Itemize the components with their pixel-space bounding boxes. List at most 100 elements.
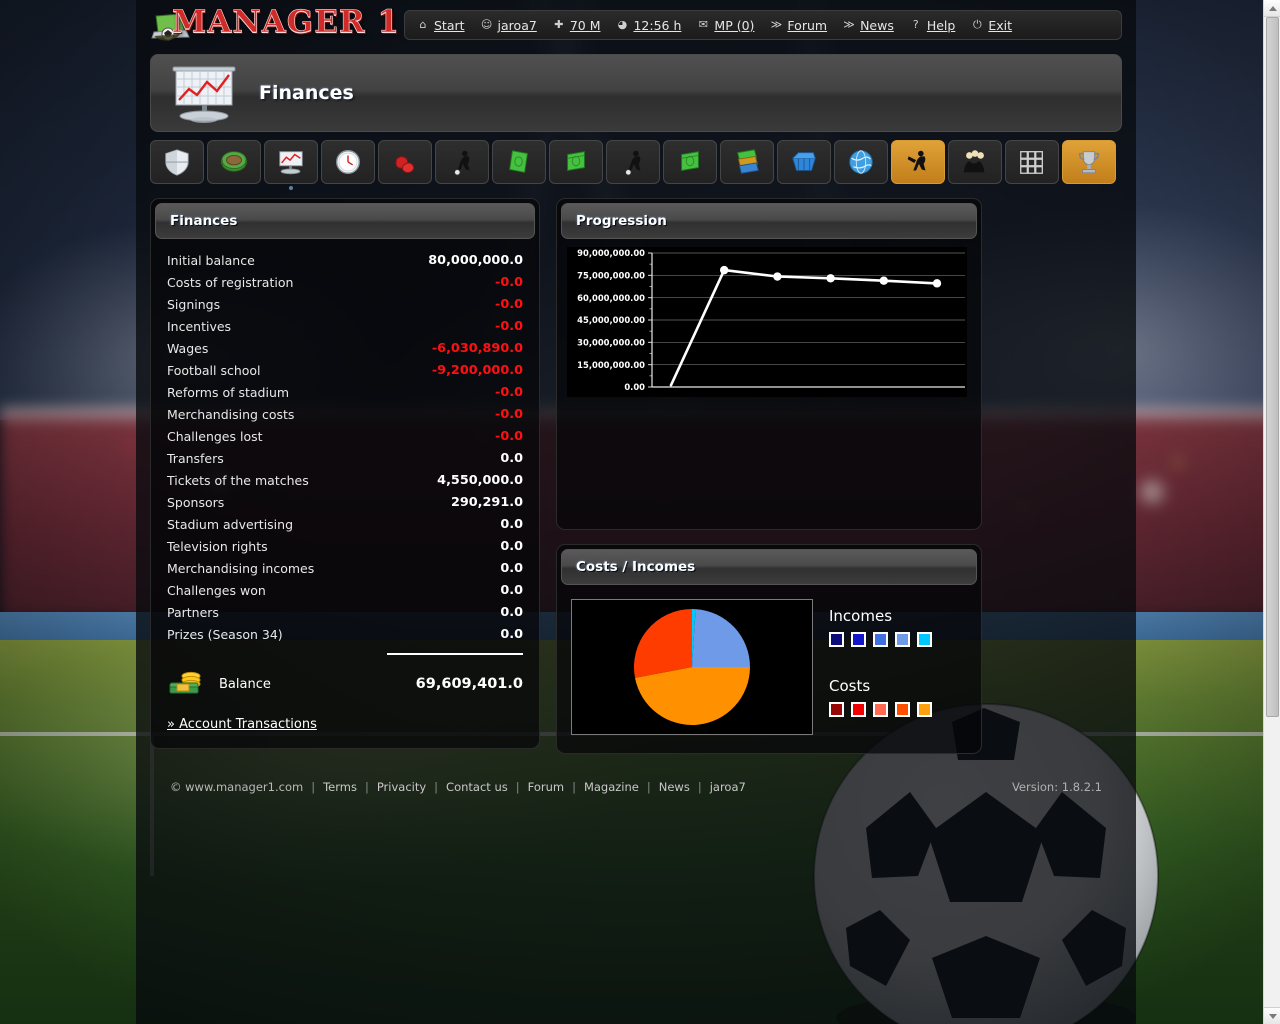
finance-row-value: -9,200,000.0 — [431, 362, 523, 378]
trophy-icon — [1078, 151, 1100, 174]
finance-row-value: 0.0 — [500, 450, 523, 466]
grid-icon — [1020, 151, 1043, 174]
svg-text:60,000,000.00: 60,000,000.00 — [577, 293, 645, 303]
account-transactions-link[interactable]: » Account Transactions — [167, 717, 317, 732]
toolbar-item-player-silhouette[interactable] — [606, 140, 660, 184]
legend-swatch — [895, 702, 910, 717]
finance-row: Challenges won 0.0 — [167, 579, 523, 601]
player-orange-icon — [907, 150, 926, 171]
nav-item-label: Exit — [988, 17, 1013, 33]
legend-swatch — [873, 632, 888, 647]
legend-swatch — [829, 702, 844, 717]
footer-link-magazine[interactable]: Magazine — [584, 780, 639, 794]
progression-panel: Progression 0.00 15,000,000.00 30,000,000.… — [556, 198, 982, 530]
shield-icon — [165, 149, 189, 176]
progression-line-chart: 0.00 15,000,000.00 30,000,000.00 45,000,000… — [567, 247, 967, 397]
nav-item-label: News — [860, 17, 894, 33]
finances-panel-title: Finances — [170, 213, 238, 229]
chart-easel-icon — [279, 151, 303, 175]
finance-row-value: -0.0 — [495, 406, 523, 422]
finance-row-value: 80,000,000.0 — [428, 252, 523, 268]
nav-item-label: Help — [926, 17, 956, 33]
finance-row: Prizes (Season 34) 0.0 — [167, 623, 523, 645]
nav-item-label: Forum — [787, 17, 828, 33]
finance-row: Merchandising costs -0.0 — [167, 403, 523, 425]
finances-panel-header: Finances — [155, 203, 535, 239]
pie-chart-container — [571, 599, 813, 735]
toolbar-item-player-kick[interactable] — [435, 140, 489, 184]
finance-row-value: 0.0 — [500, 604, 523, 620]
stadium-icon — [220, 151, 248, 172]
footer-link-terms[interactable]: Terms — [323, 780, 357, 794]
toolbar-item-globe[interactable] — [834, 140, 888, 184]
nav-item-70-m[interactable]: ✚ 70 M — [553, 18, 600, 33]
staff-icon — [963, 150, 985, 173]
nav-bar: ⌂ Start ☺ jaroa7 ✚ 70 M ◕ 12:56 h ✉ MP (0) ≫ Forum ≫… — [404, 10, 1122, 40]
finance-row-value: -0.0 — [495, 296, 523, 312]
toolbar-item-clock[interactable] — [321, 140, 375, 184]
footer-separator: | — [697, 780, 702, 794]
nav-item-forum[interactable]: ≫ Forum — [770, 18, 827, 33]
site-logo[interactable]: MANAGER 1 — [150, 4, 399, 46]
finances-panel: Finances Initial balance 80,000,000.0 Cost… — [150, 198, 540, 749]
basket-icon — [792, 152, 816, 171]
toolbar-active-marker — [289, 186, 293, 190]
toolbar-item-green-card[interactable] — [492, 140, 546, 184]
toolbar-item-boxing-gloves[interactable] — [378, 140, 432, 184]
power-icon: ⏻ — [972, 18, 982, 31]
vertical-scrollbar[interactable] — [1263, 0, 1280, 1024]
colored-cards-icon — [737, 149, 759, 174]
toolbar-item-colored-cards[interactable] — [720, 140, 774, 184]
scroll-down-arrow-icon[interactable] — [1264, 1007, 1280, 1024]
finance-row-label: Initial balance — [167, 252, 255, 268]
rss-icon: ≫ — [843, 18, 855, 31]
money-coins-icon — [169, 671, 201, 694]
footer-link-jaroa7[interactable]: jaroa7 — [710, 780, 746, 794]
scrollbar-thumb[interactable] — [1266, 17, 1279, 717]
legend-swatch — [917, 632, 932, 647]
nav-item-label: Start — [434, 17, 465, 33]
toolbar-item-stadium[interactable] — [207, 140, 261, 184]
footer-link-contact-us[interactable]: Contact us — [446, 780, 508, 794]
finance-row-label: Football school — [167, 362, 261, 378]
nav-item-help[interactable]: ? Help — [910, 17, 956, 33]
toolbar-item-banknote[interactable] — [663, 140, 717, 184]
player-silhouette-icon — [625, 150, 641, 176]
nav-item-12-56-h[interactable]: ◕ 12:56 h — [616, 18, 682, 33]
toolbar-item-grid[interactable] — [1005, 140, 1059, 184]
toolbar-item-staff[interactable] — [948, 140, 1002, 184]
footer-separator: | — [434, 780, 439, 794]
nav-item-start[interactable]: ⌂ Start — [417, 18, 465, 33]
nav-item-exit[interactable]: ⏻ Exit — [971, 18, 1012, 33]
progression-panel-body: 0.00 15,000,000.00 30,000,000.00 45,000,000… — [557, 239, 981, 529]
footer-link-forum[interactable]: Forum — [528, 780, 564, 794]
footer-link-news[interactable]: News — [659, 780, 690, 794]
footer-copyright: © www.manager1.com — [170, 780, 304, 794]
legend-swatch — [873, 702, 888, 717]
footer-link-privacity[interactable]: Privacity — [377, 780, 426, 794]
main-container: MANAGER 1 ⌂ Start ☺ jaroa7 ✚ 70 M ◕ 12:56 h ✉ MP … — [136, 0, 1136, 1024]
legend-swatch — [895, 632, 910, 647]
nav-item-label: MP (0) — [714, 17, 755, 33]
nav-item-mp-0[interactable]: ✉ MP (0) — [697, 17, 755, 33]
toolbar-item-basket[interactable] — [777, 140, 831, 184]
incomes-swatches — [829, 632, 969, 647]
rss-icon: ≫ — [770, 18, 783, 31]
footer-links: | Terms | Privacity | Contact us | Forum | Magazi… — [303, 780, 746, 794]
nav-item-jaroa7[interactable]: ☺ jaroa7 — [481, 18, 537, 33]
nav-item-news[interactable]: ≫ News — [843, 18, 894, 33]
svg-text:15,000,000.00: 15,000,000.00 — [577, 360, 645, 370]
toolbar-item-chart-easel[interactable] — [264, 140, 318, 190]
footer: © www.manager1.com | Terms | Privacity | Cont… — [150, 774, 1122, 800]
scroll-up-arrow-icon[interactable] — [1264, 0, 1280, 17]
footer-version: Version: 1.8.2.1 — [1011, 780, 1102, 794]
finance-row-label: Prizes (Season 34) — [167, 626, 283, 642]
toolbar-item-trophy[interactable] — [1062, 140, 1116, 184]
toolbar-item-player-orange[interactable] — [891, 140, 945, 184]
toolbar-item-shield[interactable] — [150, 140, 204, 184]
chart-easel-icon — [172, 66, 236, 123]
costs-incomes-pie-chart — [634, 608, 750, 725]
content-area: Finances Initial balance 80,000,000.0 Cost… — [150, 198, 1122, 754]
footer-separator: | — [515, 780, 520, 794]
toolbar-item-money-stack[interactable] — [549, 140, 603, 184]
